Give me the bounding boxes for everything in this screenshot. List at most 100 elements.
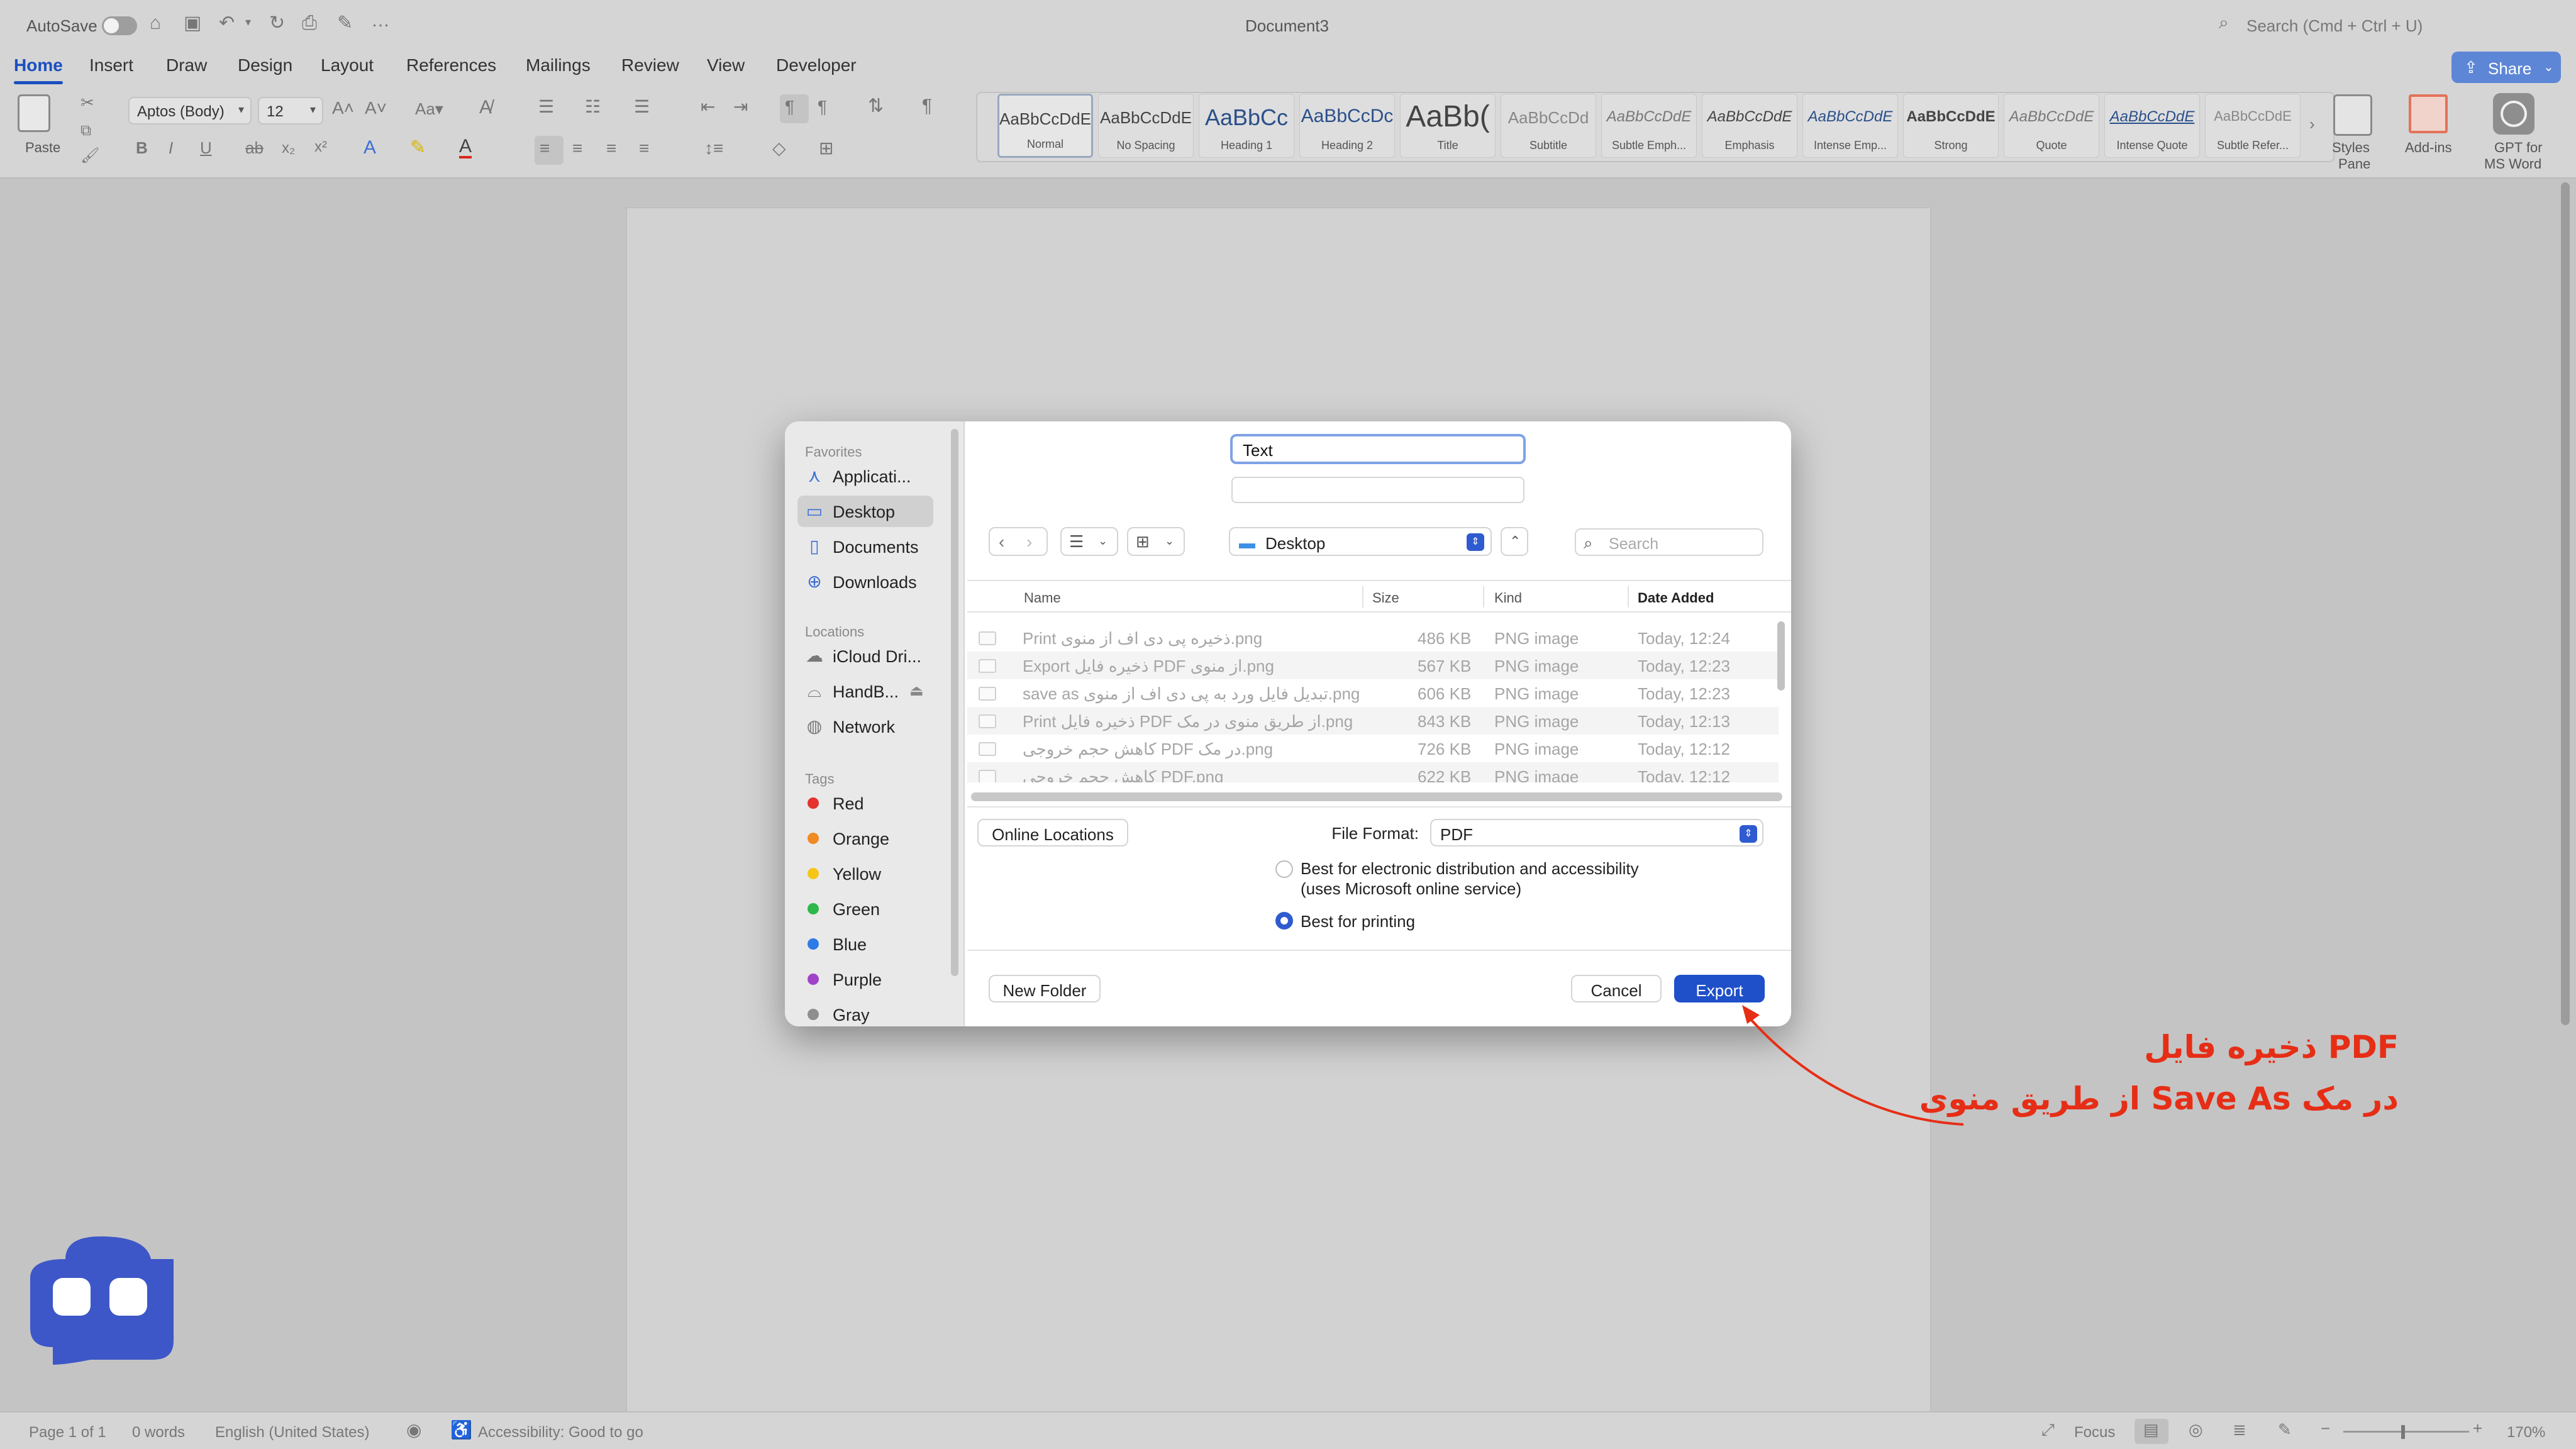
zoom-out-icon[interactable]: − bbox=[2321, 1420, 2330, 1436]
draw-icon[interactable]: ✎ bbox=[337, 14, 353, 33]
style-intense-emphasis[interactable]: AaBbCcDdE Intense Emp... bbox=[1802, 94, 1898, 158]
list-view-button[interactable]: ☰ ⌄ bbox=[1060, 527, 1118, 556]
column-kind[interactable]: Kind bbox=[1494, 590, 1522, 606]
tab-home[interactable]: Home bbox=[14, 55, 63, 84]
decrease-indent-icon[interactable]: ⇤ bbox=[701, 98, 715, 116]
style-normal[interactable]: AaBbCcDdE Normal bbox=[997, 94, 1093, 158]
chevron-left-icon[interactable]: ‹ bbox=[999, 532, 1004, 552]
collapse-button[interactable]: ⌃ bbox=[1501, 527, 1528, 556]
home-icon[interactable]: ⌂ bbox=[150, 14, 161, 33]
file-format-select[interactable]: PDF ⇕ bbox=[1430, 819, 1763, 847]
copy-icon[interactable]: ⧉ bbox=[80, 123, 91, 138]
tags-input[interactable] bbox=[1231, 477, 1524, 503]
subscript-icon[interactable]: x₂ bbox=[282, 141, 295, 156]
styles-pane-icon[interactable] bbox=[2333, 94, 2372, 136]
cut-icon[interactable]: ✂ bbox=[80, 94, 94, 111]
file-row[interactable]: Export ذخیره فایل PDF از منوی.png 567 KB P… bbox=[967, 652, 1779, 679]
borders-icon[interactable]: ⊞ bbox=[819, 140, 833, 157]
sidebar-item-applications[interactable]: ⋏ Applicati... bbox=[797, 460, 933, 492]
draft-icon[interactable]: ✎ bbox=[2278, 1421, 2292, 1438]
accessibility-icon[interactable]: ♿ bbox=[450, 1421, 472, 1439]
sort-icon[interactable]: ⇅ bbox=[868, 97, 884, 116]
more-icon[interactable]: … bbox=[371, 11, 390, 30]
justify-icon[interactable]: ≡ bbox=[639, 140, 649, 157]
autosave-toggle[interactable] bbox=[102, 16, 137, 35]
font-color-icon[interactable]: A bbox=[459, 137, 472, 158]
style-heading-1[interactable]: AaBbCc Heading 1 bbox=[1199, 94, 1294, 158]
share-button[interactable]: ⇪ Share ⌄ bbox=[2451, 52, 2561, 83]
focus-icon[interactable]: ⤢ bbox=[2041, 1421, 2055, 1438]
tag-orange[interactable]: Orange bbox=[797, 823, 933, 854]
print-icon[interactable]: ⎙ bbox=[302, 14, 317, 33]
chevron-right-icon[interactable]: › bbox=[1026, 532, 1032, 552]
sidebar-item-icloud[interactable]: ☁ iCloud Dri... bbox=[797, 640, 933, 672]
increase-indent-icon[interactable]: ⇥ bbox=[733, 98, 748, 116]
outline-icon[interactable]: ≣ bbox=[2233, 1421, 2246, 1438]
tab-references[interactable]: References bbox=[406, 55, 496, 75]
bold-icon[interactable]: B bbox=[136, 140, 148, 156]
tag-yellow[interactable]: Yellow bbox=[797, 858, 933, 889]
file-list-vscrollbar[interactable] bbox=[1777, 621, 1785, 691]
style-title[interactable]: AaBb(Title bbox=[1400, 94, 1496, 158]
show-formatting-icon[interactable]: ¶ bbox=[922, 97, 932, 116]
zoom-slider[interactable] bbox=[2343, 1431, 2469, 1433]
page-count[interactable]: Page 1 of 1 bbox=[29, 1424, 106, 1441]
line-spacing-icon[interactable]: ↕≡ bbox=[704, 140, 723, 157]
focus-label[interactable]: Focus bbox=[2074, 1424, 2115, 1441]
cancel-button[interactable]: Cancel bbox=[1571, 975, 1662, 1002]
dialog-search-input[interactable]: ⌕ Search bbox=[1575, 528, 1763, 556]
save-as-input[interactable]: Text bbox=[1230, 434, 1526, 464]
tab-insert[interactable]: Insert bbox=[89, 55, 133, 75]
file-list-hscrollbar[interactable] bbox=[971, 792, 1782, 801]
online-locations-button[interactable]: Online Locations bbox=[977, 819, 1128, 847]
vertical-scrollbar[interactable] bbox=[2561, 182, 2570, 1025]
tag-green[interactable]: Green bbox=[797, 893, 933, 924]
text-effects-icon[interactable]: A bbox=[364, 138, 376, 157]
sidebar-item-handbrake[interactable]: ⌓ HandB... ⏏ bbox=[797, 675, 933, 707]
style-subtitle[interactable]: AaBbCcDd Subtitle bbox=[1501, 94, 1596, 158]
shrink-font-icon[interactable]: A˅ bbox=[365, 99, 387, 117]
word-count[interactable]: 0 words bbox=[132, 1424, 185, 1441]
search-input[interactable]: Search (Cmd + Ctrl + U) bbox=[2246, 16, 2423, 36]
align-right-icon[interactable]: ≡ bbox=[606, 140, 616, 157]
print-layout-button[interactable]: ▤ bbox=[2135, 1419, 2168, 1444]
add-ins-icon[interactable] bbox=[2409, 94, 2448, 133]
tab-view[interactable]: View bbox=[707, 55, 745, 75]
tab-review[interactable]: Review bbox=[621, 55, 679, 75]
font-size-select[interactable]: 12 ▾ bbox=[258, 97, 323, 125]
redo-icon[interactable]: ↻ bbox=[269, 14, 285, 33]
tab-layout[interactable]: Layout bbox=[321, 55, 374, 75]
align-center-icon[interactable]: ≡ bbox=[572, 140, 582, 157]
superscript-icon[interactable]: x² bbox=[314, 140, 327, 155]
sidebar-item-downloads[interactable]: ⊕ Downloads bbox=[797, 566, 933, 597]
sidebar-item-desktop[interactable]: ▭ Desktop bbox=[797, 496, 933, 527]
grid-view-button[interactable]: ⊞ ⌄ bbox=[1127, 527, 1185, 556]
tab-draw[interactable]: Draw bbox=[166, 55, 207, 75]
zoom-level[interactable]: 170% bbox=[2507, 1424, 2545, 1441]
style-intense-quote[interactable]: AaBbCcDdE Intense Quote bbox=[2104, 94, 2200, 158]
bullets-icon[interactable]: ☰ bbox=[538, 98, 554, 116]
undo-dropdown-icon[interactable]: ▾ bbox=[245, 16, 251, 28]
format-painter-icon[interactable]: 🖌 bbox=[80, 148, 99, 164]
file-row[interactable]: save as تبدیل فایل ورد به پی دی اف از من… bbox=[967, 679, 1779, 707]
rtl-icon[interactable]: ¶ bbox=[818, 98, 827, 116]
save-icon[interactable]: ▣ bbox=[184, 14, 201, 33]
font-name-select[interactable]: Aptos (Body) ▾ bbox=[128, 97, 252, 125]
align-left-button[interactable]: ≡ bbox=[535, 136, 564, 165]
file-row[interactable]: Print ذخیره پی دی اف از منوی.png 486 KB PN… bbox=[967, 624, 1779, 652]
location-select[interactable]: ▬ Desktop ⇕ bbox=[1229, 527, 1492, 556]
file-row[interactable]: Print ذخیره فایل PDF از طریق منوی در مک.… bbox=[967, 707, 1779, 735]
new-folder-button[interactable]: New Folder bbox=[989, 975, 1101, 1002]
style-subtle-emphasis[interactable]: AaBbCcDdE Subtle Emph... bbox=[1601, 94, 1697, 158]
zoom-slider-thumb[interactable] bbox=[2401, 1425, 2405, 1439]
ltr-button[interactable]: ¶ bbox=[780, 94, 809, 123]
style-emphasis[interactable]: AaBbCcDdE Emphasis bbox=[1702, 94, 1797, 158]
tab-developer[interactable]: Developer bbox=[776, 55, 857, 75]
clear-formatting-icon[interactable]: A̸ bbox=[479, 98, 492, 117]
style-subtle-reference[interactable]: AaBbCcDdE Subtle Refer... bbox=[2205, 94, 2301, 158]
style-heading-2[interactable]: AaBbCcDc Heading 2 bbox=[1299, 94, 1395, 158]
style-quote[interactable]: AaBbCcDdE Quote bbox=[2004, 94, 2099, 158]
undo-icon[interactable]: ↶ bbox=[219, 14, 235, 33]
file-row[interactable]: کاهش حجم خروجی PDF.png 622 KB PNG image Tod… bbox=[967, 762, 1779, 782]
column-name[interactable]: Name bbox=[1024, 590, 1061, 606]
